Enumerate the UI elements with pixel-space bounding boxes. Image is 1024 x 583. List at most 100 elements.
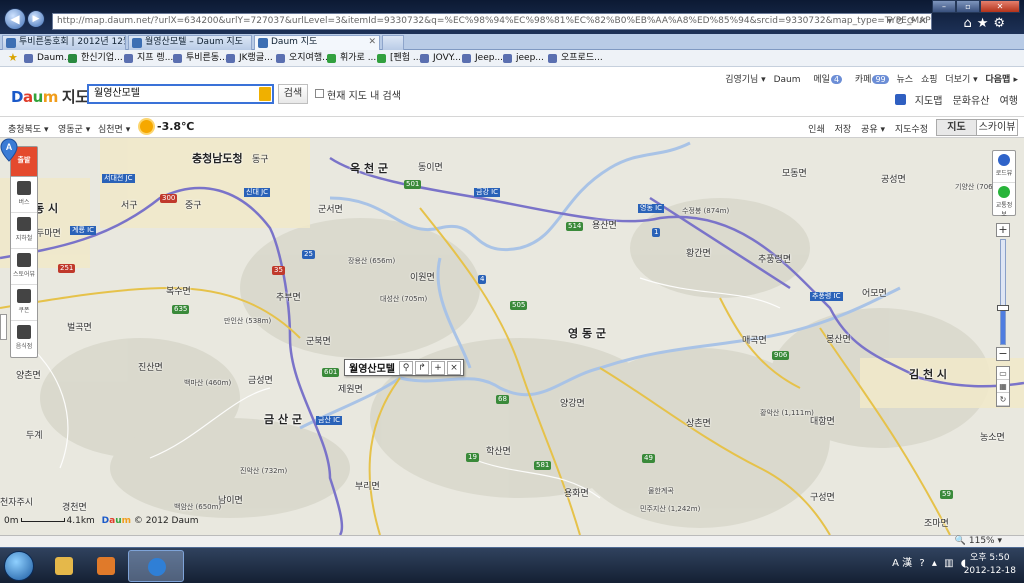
route-shield: 581 [534,461,552,470]
favorites-star-icon[interactable]: ★ [8,51,18,64]
print-button[interactable]: 인쇄 [808,125,825,135]
route-shield: 501 [404,180,422,189]
save-button[interactable]: 저장 [835,125,852,135]
mail-count-badge: 4 [830,75,843,84]
region-select-town[interactable]: 심천면 ▾ [98,122,130,135]
region-select-county[interactable]: 영동군 ▾ [58,122,90,135]
directions-icon[interactable]: ↱ [415,360,429,375]
tab-close-icon[interactable]: ✕ [368,36,376,49]
search-button[interactable]: 검색 [278,84,308,104]
fav-item[interactable]: JK랭글... [226,52,273,65]
fav-item[interactable]: 지프 렝... [124,52,173,65]
fav-item[interactable]: Daum... [24,52,73,65]
taskbar-ie[interactable] [128,550,184,582]
category-subway[interactable]: 지하철 [11,213,37,249]
category-coupon[interactable]: 쿠폰 [11,285,37,321]
share-button[interactable]: 공유 ▾ [861,125,885,135]
route-shield: 635 [172,305,190,314]
gnb-shopping[interactable]: 쇼핑 [921,75,938,85]
gnb-news[interactable]: 뉴스 [897,75,914,85]
browser-statusbar: 🔍 115% ▾ [0,535,1024,547]
clock-time: 오후 5:50 [970,553,1010,563]
tab-favicon-icon [258,38,268,48]
back-button[interactable]: ◀ [4,8,26,30]
category-bus[interactable]: 버스 [11,177,37,213]
edit-map-button[interactable]: 지도수정 [895,125,928,135]
search-suggest-toggle-icon[interactable] [259,87,271,101]
url-text: http://map.daum.net/?urlX=634200&urlY=72… [57,16,931,26]
fav-item[interactable]: [펜험 ... [377,52,422,65]
maptype-skyview-button[interactable]: 스카이뷰 [977,120,1017,135]
zoom-in-button[interactable]: + [996,223,1010,237]
zoom-handle[interactable] [997,304,1009,311]
help-icon[interactable]: ? [919,558,924,569]
service-map[interactable]: 지도맵 [888,94,942,107]
gnb-mail[interactable]: 메일 4 [808,75,843,85]
region-select-province[interactable]: 충청북도 ▾ [8,122,49,135]
place-popup: 월영산모텔 ⚲ ↱ + × [344,359,464,376]
subway-icon [17,217,31,231]
reset-icon[interactable]: ↻ [997,393,1009,406]
fav-item[interactable]: JOVY... [420,52,461,65]
page-zoom-level[interactable]: 🔍 115% ▾ [955,536,1002,546]
tab-2[interactable]: 월영산모텔 – Daum 지도 [128,35,252,50]
global-nav: 김영기님 ▾ Daum 메일 4 카페 99 뉴스 쇼핑 더보기 ▾ 다음맵 ▸ [720,72,1018,85]
address-bar[interactable]: http://map.daum.net/?urlX=634200&urlY=72… [52,13,932,30]
map-canvas[interactable]: 충청남도청 옥 천 군 영 동 군 금 산 군 김 천 시 동 시 서구 중구 … [0,138,1024,535]
interchange-label: 신대 JC [244,188,271,197]
refresh-icon[interactable]: ▾ ⊘ ⟳ ✕ [887,14,927,29]
measure-area-icon[interactable]: ▦ [997,380,1009,393]
new-tab-button[interactable] [382,35,404,50]
category-storeview[interactable]: 스토어뷰 [11,249,37,285]
fav-item[interactable]: 휘가로 ... [327,52,376,65]
gnb-more[interactable]: 더보기 ▾ [945,75,977,85]
inmap-search-checkbox[interactable] [315,89,324,98]
home-star-gear-icons[interactable]: ⌂★⚙ [963,16,1010,31]
minimize-button[interactable]: – [932,0,956,13]
start-button[interactable] [4,551,34,581]
measure-distance-icon[interactable]: ▭ [997,367,1009,380]
traffic-button[interactable]: 교통정보 [993,183,1015,218]
fav-item[interactable]: 투비른동... [173,52,228,65]
panel-toggle-handle[interactable] [0,314,7,340]
maptype-map-button[interactable]: 지도 [937,120,977,135]
zoom-control: + − [996,223,1010,361]
daum-logo[interactable]: Daum 지도 [11,86,89,107]
category-restaurant[interactable]: 음식점 [11,321,37,357]
close-button[interactable]: ✕ [980,0,1020,13]
popup-place-name[interactable]: 월영산모텔 [345,360,399,375]
gnb-next[interactable]: 다음맵 ▸ [986,75,1019,85]
fav-item[interactable]: 오프로드... [548,52,603,65]
gnb-cafe[interactable]: 카페 99 [850,75,889,85]
tab-3-active[interactable]: Daum 지도 ✕ [254,35,380,50]
forward-button[interactable]: ▶ [27,10,45,28]
zoom-slider[interactable] [997,239,1009,345]
plus-icon[interactable]: + [431,360,445,375]
fav-item[interactable]: Jeep... [462,52,503,65]
clock[interactable]: 오후 5:50 2012-12-18 [964,552,1016,578]
tab-1[interactable]: 투비른동호회 | 2012년 12월... [2,35,126,50]
zoom-out-button[interactable]: − [996,347,1010,361]
maximize-button[interactable]: ▫ [956,0,980,13]
tray-input-method[interactable]: A 漢 [892,558,912,569]
taskbar-explorer[interactable] [44,550,84,582]
fav-item[interactable]: 한신기업... [68,52,123,65]
taskbar-media[interactable] [86,550,126,582]
fav-item[interactable]: jeep... [503,52,544,65]
map-label: 어모면 [862,289,887,299]
fav-item[interactable]: 오지여행... [276,52,331,65]
network-icon[interactable]: ▥ [944,558,953,569]
roadview-pin-icon[interactable]: ⚲ [399,360,413,375]
service-travel[interactable]: 여행 [1000,96,1018,107]
media-player-icon [97,557,115,575]
map-marker-pin[interactable]: A [0,138,18,162]
search-input[interactable]: 월영산모텔 [87,84,274,104]
roadview-button[interactable]: 로드뷰 [993,151,1015,183]
close-icon[interactable]: × [447,360,461,375]
user-menu[interactable]: 김영기님 ▾ [725,75,766,85]
service-heritage[interactable]: 문화유산 [953,96,990,107]
tray-expand-icon[interactable]: ▴ [932,558,937,569]
map-label: 동이면 [418,163,443,173]
gnb-daum[interactable]: Daum [774,75,801,85]
tab-favicon-icon [132,38,142,48]
